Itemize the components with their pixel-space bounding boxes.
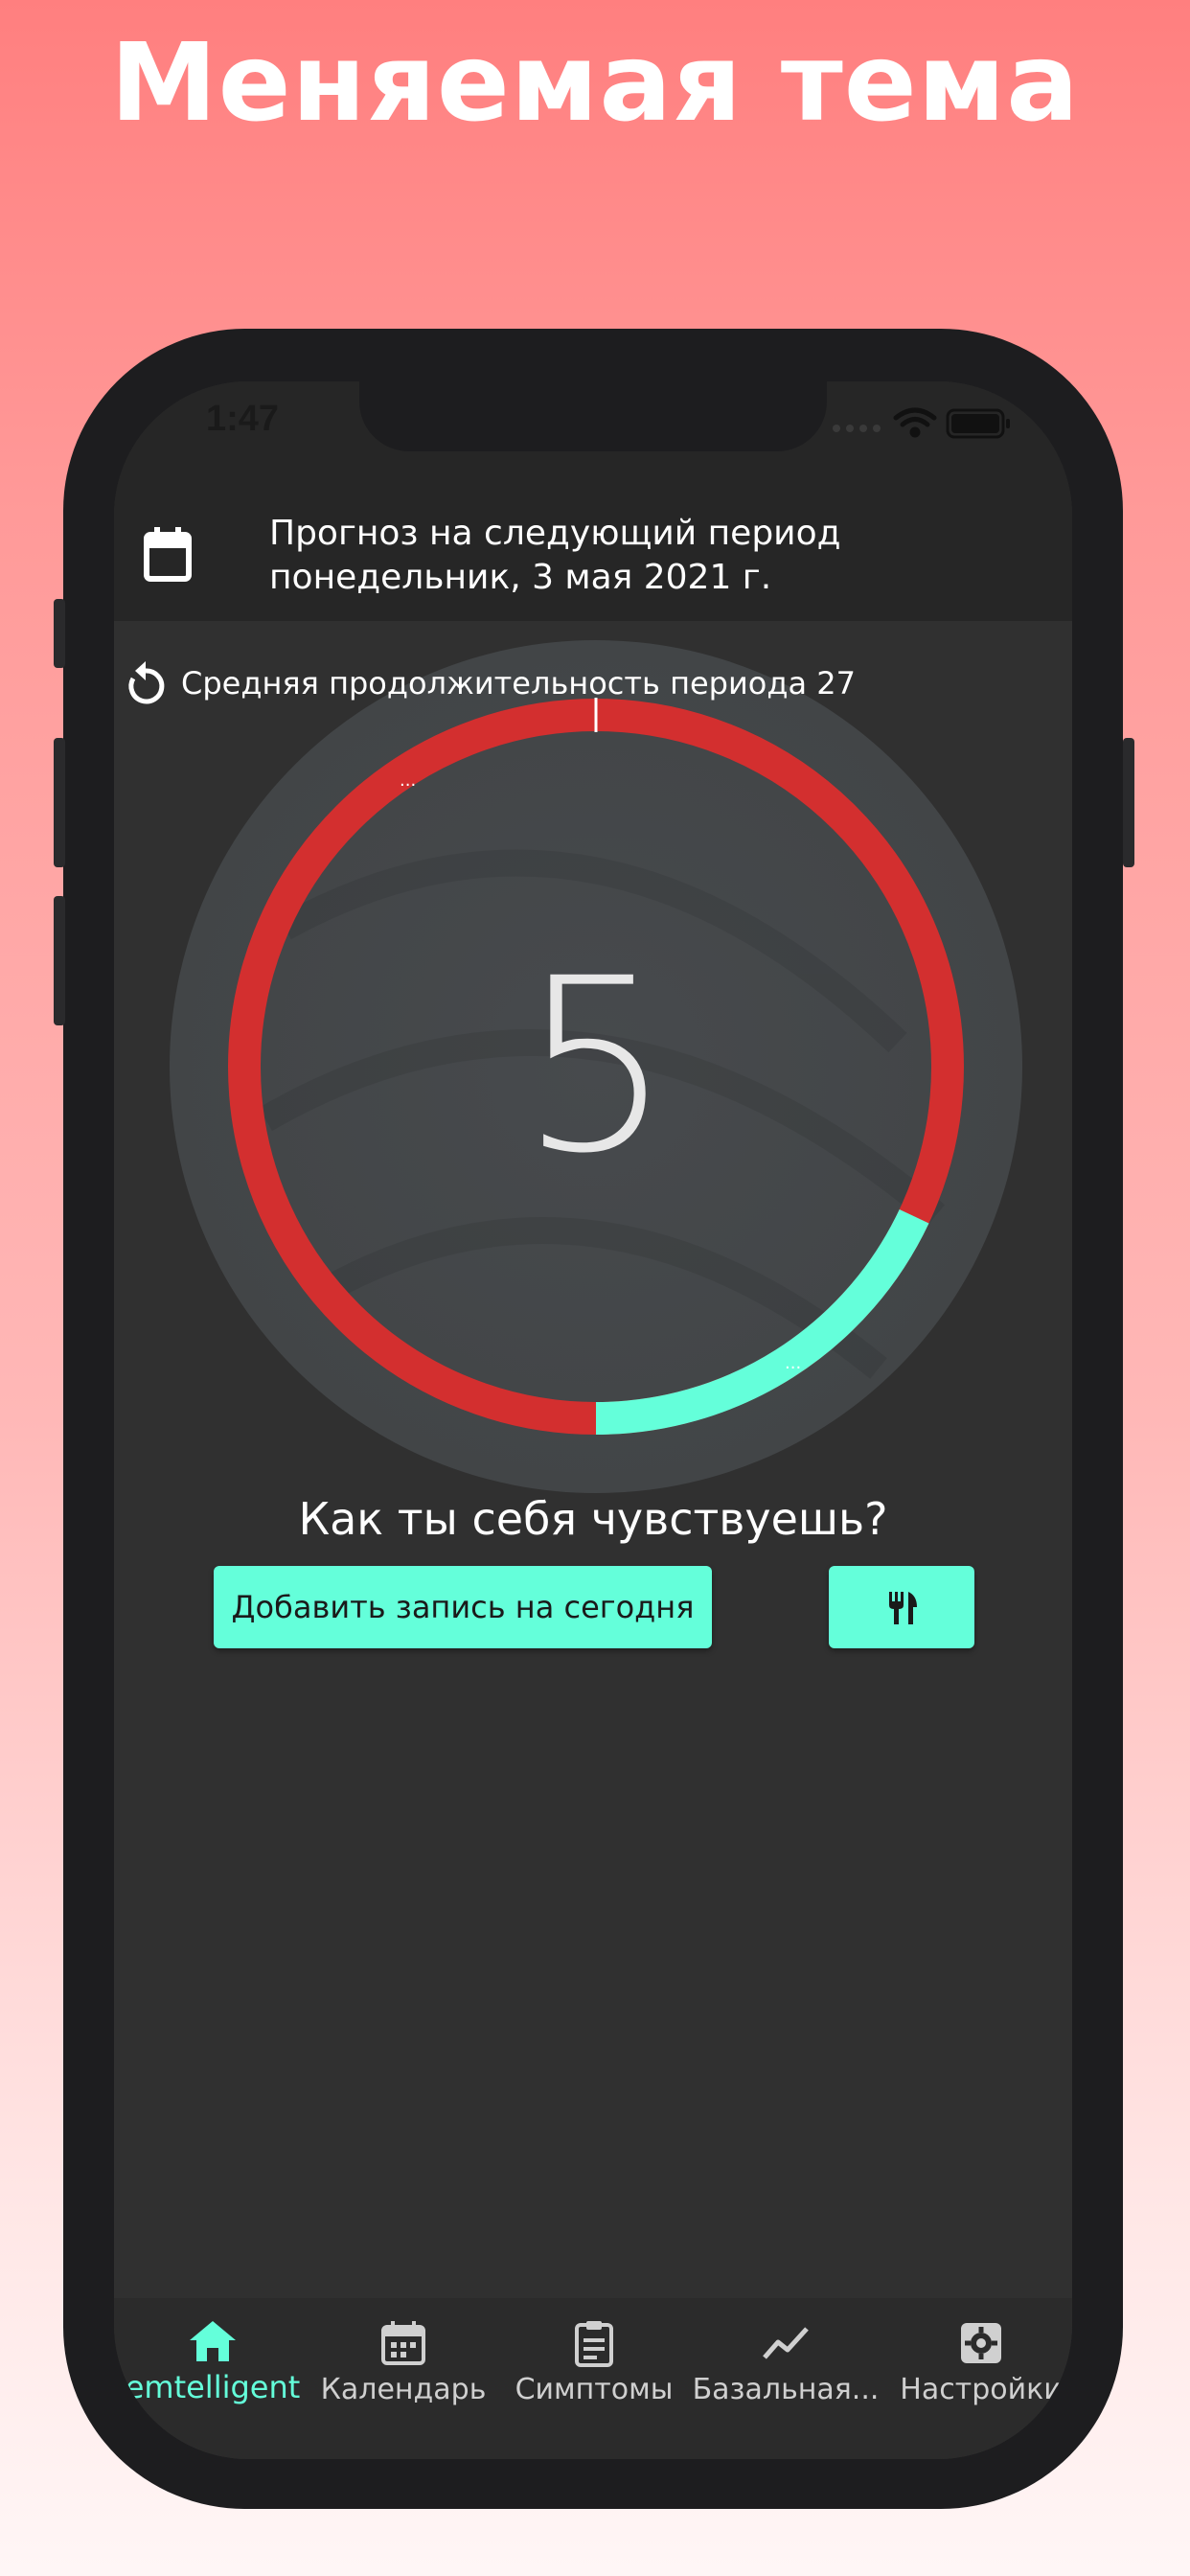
nav-item-basal[interactable]: Базальная... bbox=[685, 2319, 886, 2406]
cycle-ring[interactable]: ... ... 5 bbox=[170, 640, 1022, 1493]
status-icons bbox=[833, 407, 1010, 439]
average-length-row[interactable]: Средняя продолжительность периода 27 bbox=[124, 657, 986, 711]
phone-volume-up bbox=[54, 738, 65, 867]
app-bar: 1:47 Прогноз на следующий период понедел… bbox=[114, 381, 1072, 621]
refresh-icon bbox=[128, 661, 165, 704]
nav-item-symptoms[interactable]: Симптомы bbox=[493, 2319, 695, 2406]
cycle-ring-graphic: ... ... bbox=[170, 640, 1022, 1493]
nav-label-settings: Настройки bbox=[900, 2373, 1063, 2406]
phone-power-button bbox=[1123, 738, 1134, 867]
ring-background-disk bbox=[170, 640, 1022, 1493]
clipboard-icon bbox=[575, 2321, 613, 2367]
status-time: 1:47 bbox=[206, 399, 280, 439]
nav-label-basal: Базальная... bbox=[692, 2373, 880, 2406]
nav-item-calendar[interactable]: Календарь bbox=[303, 2319, 504, 2406]
settings-icon bbox=[961, 2323, 1001, 2363]
nav-label-symptoms: Симптомы bbox=[515, 2373, 674, 2406]
calendar-icon[interactable] bbox=[143, 527, 193, 583]
add-entry-button[interactable]: Добавить запись на сегодня bbox=[214, 1566, 712, 1648]
battery-icon bbox=[946, 408, 1010, 439]
signal-icon bbox=[833, 425, 881, 432]
food-button[interactable] bbox=[829, 1566, 974, 1648]
calendar-icon bbox=[381, 2321, 425, 2365]
promo-title: Меняемая тема bbox=[110, 21, 1080, 146]
forecast-title: Прогноз на следующий период bbox=[269, 514, 841, 553]
fork-knife-icon bbox=[889, 1592, 917, 1624]
nav-item-home[interactable]: emtelligent bbox=[114, 2319, 313, 2405]
average-length-label: Средняя продолжительность периода 27 bbox=[181, 665, 856, 702]
wifi-icon bbox=[893, 407, 937, 438]
notch bbox=[359, 381, 827, 451]
home-icon bbox=[190, 2321, 236, 2361]
forecast-header: Прогноз на следующий период понедельник,… bbox=[114, 477, 1072, 621]
nav-item-settings[interactable]: Настройки bbox=[881, 2319, 1072, 2406]
ring-dots-top: ... bbox=[400, 770, 416, 791]
nav-label-calendar: Календарь bbox=[320, 2373, 487, 2406]
bottom-navigation: emtelligent Календарь Симптомы Базальная… bbox=[114, 2298, 1072, 2459]
feeling-question: Как ты себя чувствуешь? bbox=[298, 1493, 888, 1545]
trending-icon bbox=[763, 2327, 809, 2359]
phone-mute-switch bbox=[54, 599, 65, 668]
phone-volume-down bbox=[54, 896, 65, 1025]
forecast-date: понедельник, 3 мая 2021 г. bbox=[269, 558, 772, 597]
nav-label-home: emtelligent bbox=[125, 2369, 301, 2405]
ring-dots-bottom: ... bbox=[785, 1353, 801, 1373]
app-screen: 1:47 Прогноз на следующий период понедел… bbox=[114, 381, 1072, 2459]
